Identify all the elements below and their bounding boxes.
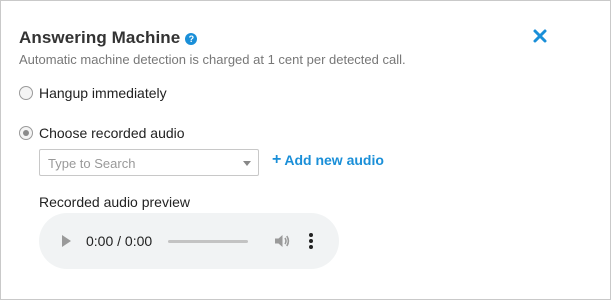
hangup-radio[interactable] (19, 86, 33, 100)
audio-progress-bar[interactable] (168, 240, 248, 243)
dialog-title: Answering Machine (19, 28, 181, 47)
hangup-option[interactable]: Hangup immediately (19, 85, 167, 101)
dialog-subtitle: Automatic machine detection is charged a… (19, 52, 406, 67)
audio-time: 0:00 / 0:00 (86, 233, 153, 249)
preview-label: Recorded audio preview (39, 194, 190, 210)
plus-icon: + (272, 151, 282, 168)
hangup-label: Hangup immediately (39, 85, 167, 101)
add-new-audio-label: Add new audio (284, 152, 384, 168)
recorded-audio-radio[interactable] (19, 126, 33, 140)
recorded-audio-label: Choose recorded audio (39, 125, 185, 141)
help-icon[interactable]: ? (185, 33, 198, 45)
dropdown-arrow-icon (243, 161, 251, 166)
recorded-audio-option[interactable]: Choose recorded audio (19, 125, 185, 141)
play-icon[interactable] (62, 235, 71, 247)
volume-icon[interactable] (273, 232, 291, 250)
title-row: Answering Machine ? (19, 28, 198, 48)
audio-search-placeholder: Type to Search (48, 156, 136, 171)
more-options-icon[interactable] (305, 232, 317, 250)
audio-search-select[interactable]: Type to Search (39, 149, 259, 176)
answering-machine-panel: Answering Machine ? Automatic machine de… (0, 0, 611, 300)
close-icon[interactable] (531, 27, 549, 45)
audio-player: 0:00 / 0:00 (39, 213, 339, 269)
add-new-audio-link[interactable]: + Add new audio (272, 151, 384, 169)
